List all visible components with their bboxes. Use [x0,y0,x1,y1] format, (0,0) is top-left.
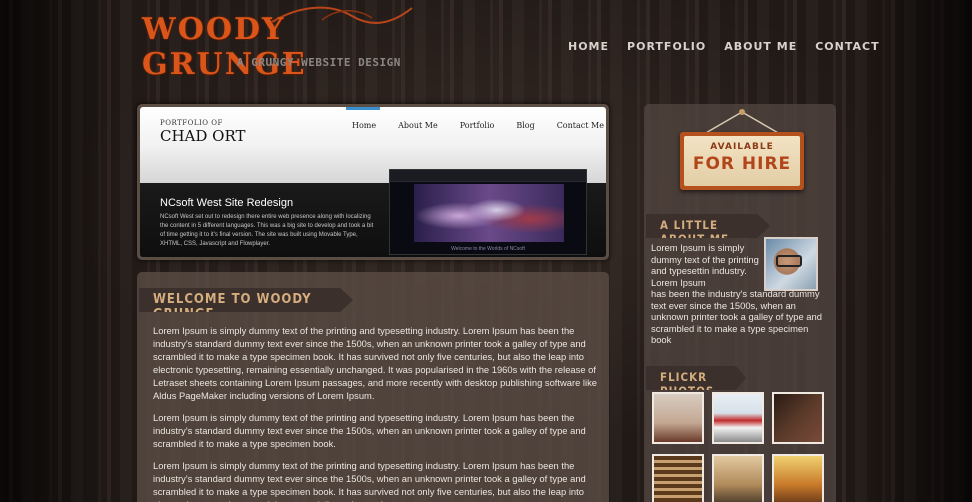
avatar [764,237,818,291]
flickr-heading: FLICKR PHOTOS [646,366,746,390]
about-heading: A LITTLE ABOUT ME [646,214,770,238]
screenshot-artwork [414,184,564,242]
flickr-thumbnail[interactable] [652,392,704,444]
nav-contact[interactable]: CONTACT [815,40,879,53]
logo-subtitle: A GRUNGY WEBSITE DESIGN [237,56,401,69]
slider-nav-home[interactable]: Home [352,121,376,130]
hire-sign-line-1: AVAILABLE [710,142,774,152]
slider-project-description: NCsoft West set out to redesign there en… [160,214,374,247]
slider-nav-about[interactable]: About Me [398,121,438,130]
flickr-thumbnail[interactable] [772,454,824,502]
welcome-panel: WELCOME TO WOODY GRUNGE Lorem Ipsum is s… [137,272,609,502]
flickr-thumbnail[interactable] [712,392,764,444]
available-for-hire-sign[interactable]: AVAILABLE FOR HIRE [680,132,804,190]
slider-project-screenshot[interactable]: Welcome to the Worlds of NCsoft [389,169,587,255]
slider-kicker: PORTFOLIO OF [160,119,223,127]
main-nav: HOME PORTFOLIO ABOUT ME CONTACT [568,40,898,53]
hire-sign-board: AVAILABLE FOR HIRE [684,136,800,186]
slider-active-indicator [346,107,380,110]
portfolio-slider[interactable]: PORTFOLIO OF CHAD ORT Home About Me Port… [137,104,609,260]
nav-about-me[interactable]: ABOUT ME [724,40,797,53]
welcome-paragraph-2: Lorem Ipsum is simply dummy text of the … [153,412,586,449]
about-text-continued: has been the industry's standard dummy t… [651,288,822,345]
nav-home[interactable]: HOME [568,40,609,53]
about-text-intro: Lorem Ipsum is simply dummy text of the … [651,242,759,288]
slider-owner-name: CHAD ORT [160,127,246,145]
logo-title: WOODY GRUNGE [142,12,307,82]
slider-project-title[interactable]: NCsoft West Site Redesign [160,197,293,209]
site-logo[interactable]: WOODY GRUNGE A GRUNGY WEBSITE DESIGN [142,6,422,82]
slider-site-nav: Home About Me Portfolio Blog Contact Me [352,121,606,130]
flickr-thumbnail[interactable] [772,392,824,444]
sidebar: AVAILABLE FOR HIRE A LITTLE ABOUT ME Lor… [644,104,836,502]
screenshot-header-bar [390,170,586,182]
slider-nav-contact[interactable]: Contact Me [557,121,604,130]
welcome-paragraph-3: Lorem Ipsum is simply dummy text of the … [153,460,586,502]
nav-portfolio[interactable]: PORTFOLIO [627,40,706,53]
slider-nav-portfolio[interactable]: Portfolio [460,121,495,130]
flickr-thumbnail[interactable] [652,454,704,502]
slider-frame: PORTFOLIO OF CHAD ORT Home About Me Port… [140,107,606,257]
screenshot-caption: Welcome to the Worlds of NCsoft [451,246,525,252]
flickr-thumbnail[interactable] [712,454,764,502]
welcome-body: Lorem Ipsum is simply dummy text of the … [153,324,601,502]
hire-sign-line-2: FOR HIRE [692,154,792,174]
welcome-paragraph-1: Lorem Ipsum is simply dummy text of the … [153,325,597,401]
slider-nav-blog[interactable]: Blog [516,121,534,130]
welcome-heading: WELCOME TO WOODY GRUNGE [139,288,353,312]
